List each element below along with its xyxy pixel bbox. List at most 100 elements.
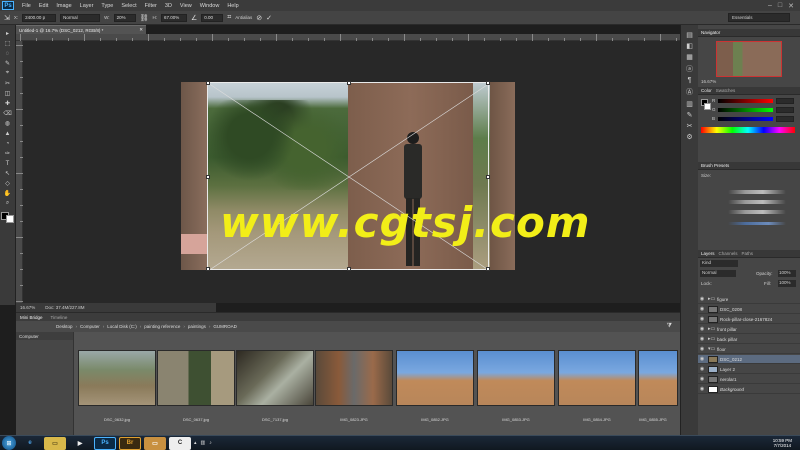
transform-handle-top-left[interactable] bbox=[206, 81, 210, 85]
menu-window[interactable]: Window bbox=[196, 3, 224, 9]
g-slider[interactable] bbox=[718, 108, 773, 112]
transform-handle-top-right[interactable] bbox=[486, 81, 490, 85]
b-value[interactable] bbox=[776, 116, 794, 122]
visibility-eye-icon[interactable]: ◉ bbox=[698, 346, 706, 352]
layer-row-selected[interactable]: ◉ DSC_0212 bbox=[698, 355, 800, 364]
visibility-eye-icon[interactable]: ◉ bbox=[698, 326, 706, 332]
thumbnail-image[interactable] bbox=[477, 350, 555, 406]
crop-tool-icon[interactable]: ⌖ bbox=[2, 69, 14, 78]
opacity-field[interactable]: 100% bbox=[778, 270, 796, 277]
thumbnail-image[interactable] bbox=[396, 350, 474, 406]
thumbnail-image[interactable] bbox=[236, 350, 314, 406]
close-button[interactable]: ✕ bbox=[788, 2, 794, 10]
tab-paths[interactable]: Paths bbox=[742, 251, 754, 256]
r-slider[interactable] bbox=[718, 99, 773, 103]
volume-icon[interactable]: ♪ bbox=[209, 440, 212, 446]
breadcrumb-painting-reference[interactable]: painting reference bbox=[144, 324, 180, 329]
menu-help[interactable]: Help bbox=[223, 3, 242, 9]
adjustments-panel-icon[interactable]: ◧ bbox=[686, 42, 693, 50]
blend-mode-select[interactable]: Normal bbox=[700, 270, 736, 277]
layer-row[interactable]: ◉ Layer 2 bbox=[698, 365, 800, 374]
character-styles-icon[interactable]: Ⓐ bbox=[686, 87, 693, 97]
b-slider[interactable] bbox=[718, 117, 773, 121]
eraser-tool-icon[interactable]: ⌫ bbox=[2, 109, 14, 118]
shape-tool-icon[interactable]: ◇ bbox=[2, 179, 14, 188]
visibility-eye-icon[interactable]: ◉ bbox=[698, 336, 706, 342]
breadcrumb-desktop[interactable]: Desktop bbox=[56, 324, 73, 329]
transform-handle-right[interactable] bbox=[486, 175, 490, 179]
visibility-eye-icon[interactable]: ◉ bbox=[698, 316, 706, 322]
layer-row[interactable]: ◉ ▾▭ floor bbox=[698, 345, 800, 354]
visibility-eye-icon[interactable]: ◉ bbox=[698, 296, 706, 302]
thumbnail-image[interactable] bbox=[157, 350, 235, 406]
brush-tool-icon[interactable]: ✚ bbox=[2, 99, 14, 108]
settings-gear-icon[interactable]: ⚙ bbox=[686, 133, 692, 141]
layer-filter-select[interactable]: Kind bbox=[700, 260, 738, 267]
character-panel-icon[interactable]: ⓐ bbox=[686, 64, 693, 74]
workspace-select[interactable]: Essentials bbox=[728, 13, 790, 22]
capture-app-icon[interactable]: C bbox=[169, 436, 191, 450]
document-tab[interactable]: Untitled-1 @ 16.7% (DSC_0212, RGB/8) * ✕ bbox=[16, 25, 146, 34]
r-value[interactable] bbox=[776, 98, 794, 104]
pen-tool-icon[interactable]: ✑ bbox=[2, 149, 14, 158]
properties-panel-icon[interactable]: ▦ bbox=[686, 53, 693, 61]
transform-tool-icon[interactable]: ⇲ bbox=[4, 14, 10, 22]
x-field[interactable]: 2400.00 p bbox=[22, 13, 57, 22]
breadcrumb-gumroad[interactable]: GUMROAD bbox=[213, 324, 237, 329]
dodge-tool-icon[interactable]: ◔ bbox=[2, 139, 14, 148]
type-tool-icon[interactable]: T bbox=[2, 159, 14, 168]
brush-preset-stroke[interactable] bbox=[728, 222, 786, 225]
menu-image[interactable]: Image bbox=[52, 3, 75, 9]
paragraph-panel-icon[interactable]: ¶ bbox=[688, 77, 692, 84]
layer-row[interactable]: ◉ ▸▭ front pillar bbox=[698, 325, 800, 334]
hand-tool-icon[interactable]: ✋ bbox=[2, 189, 14, 198]
tab-mini-bridge[interactable]: Mini Bridge bbox=[20, 315, 43, 320]
tab-layers[interactable]: Layers bbox=[701, 251, 715, 256]
brush-preset-stroke[interactable] bbox=[728, 190, 786, 194]
visibility-eye-icon[interactable]: ◉ bbox=[698, 376, 706, 382]
fill-field[interactable]: 100% bbox=[778, 280, 796, 287]
breadcrumb-paintings[interactable]: paintings bbox=[188, 324, 206, 329]
brush-preset-stroke[interactable] bbox=[728, 210, 786, 214]
color-swatches[interactable] bbox=[1, 212, 14, 223]
warp-icon[interactable]: ⌗ bbox=[227, 14, 231, 22]
color-spectrum[interactable] bbox=[701, 127, 795, 133]
navigator-zoom[interactable]: 16.67% bbox=[701, 79, 716, 84]
zoom-level[interactable]: 16.67% bbox=[20, 305, 35, 310]
healing-tool-icon[interactable]: ◫ bbox=[2, 89, 14, 98]
eyedropper-tool-icon[interactable]: ✂ bbox=[2, 79, 14, 88]
zoom-tool-icon[interactable]: ⌕ bbox=[2, 199, 14, 208]
info-panel-icon[interactable]: ▥ bbox=[686, 100, 693, 108]
background-color-swatch[interactable] bbox=[6, 215, 14, 223]
height-field[interactable]: 67.00% bbox=[160, 13, 187, 22]
mode-select[interactable]: Normal bbox=[60, 13, 101, 22]
thumbnail-image[interactable] bbox=[78, 350, 156, 406]
filter-icon[interactable]: ⧩ bbox=[667, 323, 672, 330]
path-select-tool-icon[interactable]: ↖ bbox=[2, 169, 14, 178]
tab-navigator[interactable]: Navigator bbox=[701, 30, 720, 35]
layer-row[interactable]: ◉ nerolar1 bbox=[698, 375, 800, 384]
tab-timeline[interactable]: Timeline bbox=[51, 315, 68, 320]
file-explorer-icon[interactable]: ▭ bbox=[44, 436, 66, 450]
link-icon[interactable]: ⛓ bbox=[140, 14, 149, 22]
maximize-button[interactable]: □ bbox=[778, 2, 782, 10]
breadcrumb-computer[interactable]: Computer bbox=[80, 324, 100, 329]
menu-layer[interactable]: Layer bbox=[76, 3, 98, 9]
menu-file[interactable]: File bbox=[18, 3, 35, 9]
transform-handle-left[interactable] bbox=[206, 175, 210, 179]
layer-row[interactable]: ◉ Background bbox=[698, 385, 800, 394]
move-tool-icon[interactable]: ▸ bbox=[2, 29, 14, 38]
quick-select-tool-icon[interactable]: ✎ bbox=[2, 59, 14, 68]
antialias-checkbox[interactable]: Antialias bbox=[235, 15, 252, 20]
stamp-tool-icon[interactable]: ◍ bbox=[2, 119, 14, 128]
bg-color-chip[interactable] bbox=[704, 103, 711, 110]
clock[interactable]: 10:59 PM 7/7/2014 bbox=[773, 438, 800, 448]
gradient-tool-icon[interactable]: ▲ bbox=[2, 129, 14, 138]
network-icon[interactable]: ▥ bbox=[201, 440, 206, 446]
lasso-tool-icon[interactable]: ◌ bbox=[2, 49, 14, 58]
folder-taskbar-icon[interactable]: ▭ bbox=[144, 436, 166, 450]
history-panel-icon[interactable]: ▤ bbox=[686, 31, 693, 39]
thumbnail-image[interactable] bbox=[315, 350, 393, 406]
menu-filter[interactable]: Filter bbox=[141, 3, 161, 9]
layer-row[interactable]: ◉ ▸▭ back pillar bbox=[698, 335, 800, 344]
